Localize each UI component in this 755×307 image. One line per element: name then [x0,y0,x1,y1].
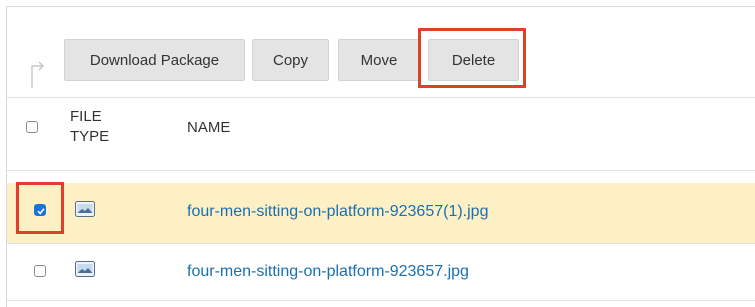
divider [7,97,755,98]
image-file-icon [75,201,95,217]
divider [7,243,755,244]
copy-button[interactable]: Copy [252,39,329,81]
return-arrow-icon [31,61,44,88]
divider [7,300,755,301]
delete-button[interactable]: Delete [428,39,519,81]
move-button[interactable]: Move [338,39,420,81]
row-checkbox-checked[interactable] [34,204,46,216]
image-file-icon [75,261,95,277]
file-link[interactable]: four-men-sitting-on-platform-923657(1).j… [187,202,488,222]
column-header-file-type[interactable]: FILE TYPE [70,107,109,147]
row-checkbox[interactable] [34,265,46,277]
select-all-checkbox[interactable] [26,121,38,133]
file-link[interactable]: four-men-sitting-on-platform-923657.jpg [187,262,469,282]
divider [7,170,755,171]
column-header-file-type-line1: FILE [70,108,102,125]
column-header-file-type-line2: TYPE [70,128,110,145]
download-package-button[interactable]: Download Package [64,39,245,81]
column-header-name[interactable]: NAME [187,118,230,138]
